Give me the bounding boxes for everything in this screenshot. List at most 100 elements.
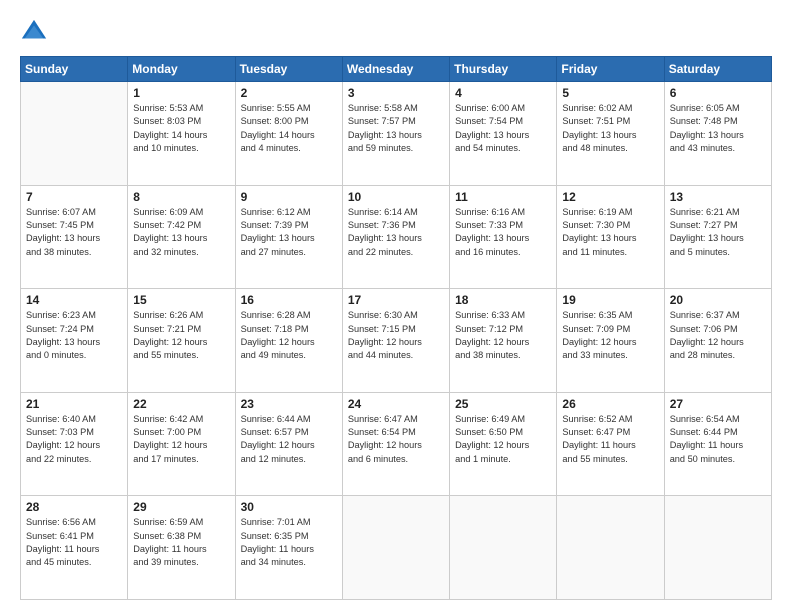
day-info: Sunrise: 6:52 AM Sunset: 6:47 PM Dayligh… bbox=[562, 413, 658, 466]
day-number: 19 bbox=[562, 293, 658, 307]
day-number: 5 bbox=[562, 86, 658, 100]
calendar-header: SundayMondayTuesdayWednesdayThursdayFrid… bbox=[21, 57, 772, 82]
calendar-cell: 21 Sunrise: 6:40 AM Sunset: 7:03 PM Dayli… bbox=[21, 392, 128, 496]
calendar-week-1: 1 Sunrise: 5:53 AM Sunset: 8:03 PM Daylig… bbox=[21, 82, 772, 186]
day-number: 2 bbox=[241, 86, 337, 100]
calendar-table: SundayMondayTuesdayWednesdayThursdayFrid… bbox=[20, 56, 772, 600]
day-info: Sunrise: 6:16 AM Sunset: 7:33 PM Dayligh… bbox=[455, 206, 551, 259]
logo-icon bbox=[20, 18, 48, 46]
day-info: Sunrise: 6:30 AM Sunset: 7:15 PM Dayligh… bbox=[348, 309, 444, 362]
day-number: 12 bbox=[562, 190, 658, 204]
day-info: Sunrise: 6:56 AM Sunset: 6:41 PM Dayligh… bbox=[26, 516, 122, 569]
day-info: Sunrise: 6:07 AM Sunset: 7:45 PM Dayligh… bbox=[26, 206, 122, 259]
day-number: 7 bbox=[26, 190, 122, 204]
day-info: Sunrise: 6:14 AM Sunset: 7:36 PM Dayligh… bbox=[348, 206, 444, 259]
calendar-week-4: 21 Sunrise: 6:40 AM Sunset: 7:03 PM Dayli… bbox=[21, 392, 772, 496]
day-info: Sunrise: 6:09 AM Sunset: 7:42 PM Dayligh… bbox=[133, 206, 229, 259]
day-number: 21 bbox=[26, 397, 122, 411]
day-info: Sunrise: 5:55 AM Sunset: 8:00 PM Dayligh… bbox=[241, 102, 337, 155]
day-number: 8 bbox=[133, 190, 229, 204]
day-number: 6 bbox=[670, 86, 766, 100]
day-number: 11 bbox=[455, 190, 551, 204]
calendar-cell bbox=[342, 496, 449, 600]
calendar-cell: 6 Sunrise: 6:05 AM Sunset: 7:48 PM Daylig… bbox=[664, 82, 771, 186]
calendar-cell: 8 Sunrise: 6:09 AM Sunset: 7:42 PM Daylig… bbox=[128, 185, 235, 289]
day-number: 24 bbox=[348, 397, 444, 411]
day-info: Sunrise: 6:12 AM Sunset: 7:39 PM Dayligh… bbox=[241, 206, 337, 259]
day-info: Sunrise: 6:44 AM Sunset: 6:57 PM Dayligh… bbox=[241, 413, 337, 466]
day-info: Sunrise: 6:33 AM Sunset: 7:12 PM Dayligh… bbox=[455, 309, 551, 362]
calendar-cell: 13Sunrise: 6:21 AM Sunset: 7:27 PM Dayli… bbox=[664, 185, 771, 289]
calendar-week-3: 14 Sunrise: 6:23 AM Sunset: 7:24 PM Dayli… bbox=[21, 289, 772, 393]
day-number: 9 bbox=[241, 190, 337, 204]
day-info: Sunrise: 6:21 AM Sunset: 7:27 PM Dayligh… bbox=[670, 206, 766, 259]
day-info: Sunrise: 6:35 AM Sunset: 7:09 PM Dayligh… bbox=[562, 309, 658, 362]
calendar-cell bbox=[664, 496, 771, 600]
calendar-cell bbox=[21, 82, 128, 186]
day-info: Sunrise: 7:01 AM Sunset: 6:35 PM Dayligh… bbox=[241, 516, 337, 569]
calendar-cell: 30 Sunrise: 7:01 AM Sunset: 6:35 PM Dayli… bbox=[235, 496, 342, 600]
calendar-cell: 18 Sunrise: 6:33 AM Sunset: 7:12 PM Dayli… bbox=[450, 289, 557, 393]
day-number: 18 bbox=[455, 293, 551, 307]
calendar-cell: 1 Sunrise: 5:53 AM Sunset: 8:03 PM Daylig… bbox=[128, 82, 235, 186]
calendar-cell: 2 Sunrise: 5:55 AM Sunset: 8:00 PM Daylig… bbox=[235, 82, 342, 186]
day-number: 26 bbox=[562, 397, 658, 411]
calendar-cell: 10 Sunrise: 6:14 AM Sunset: 7:36 PM Dayli… bbox=[342, 185, 449, 289]
calendar-cell: 5 Sunrise: 6:02 AM Sunset: 7:51 PM Daylig… bbox=[557, 82, 664, 186]
calendar-cell: 23 Sunrise: 6:44 AM Sunset: 6:57 PM Dayli… bbox=[235, 392, 342, 496]
calendar-body: 1 Sunrise: 5:53 AM Sunset: 8:03 PM Daylig… bbox=[21, 82, 772, 600]
page: SundayMondayTuesdayWednesdayThursdayFrid… bbox=[0, 0, 792, 612]
calendar-cell: 14 Sunrise: 6:23 AM Sunset: 7:24 PM Dayli… bbox=[21, 289, 128, 393]
weekday-header-tuesday: Tuesday bbox=[235, 57, 342, 82]
day-number: 22 bbox=[133, 397, 229, 411]
day-info: Sunrise: 6:40 AM Sunset: 7:03 PM Dayligh… bbox=[26, 413, 122, 466]
day-number: 3 bbox=[348, 86, 444, 100]
day-info: Sunrise: 6:26 AM Sunset: 7:21 PM Dayligh… bbox=[133, 309, 229, 362]
calendar-cell: 29 Sunrise: 6:59 AM Sunset: 6:38 PM Dayli… bbox=[128, 496, 235, 600]
day-info: Sunrise: 6:49 AM Sunset: 6:50 PM Dayligh… bbox=[455, 413, 551, 466]
calendar-cell: 3 Sunrise: 5:58 AM Sunset: 7:57 PM Daylig… bbox=[342, 82, 449, 186]
day-number: 28 bbox=[26, 500, 122, 514]
day-number: 29 bbox=[133, 500, 229, 514]
calendar-cell bbox=[557, 496, 664, 600]
day-number: 23 bbox=[241, 397, 337, 411]
day-number: 30 bbox=[241, 500, 337, 514]
calendar-cell: 17Sunrise: 6:30 AM Sunset: 7:15 PM Dayli… bbox=[342, 289, 449, 393]
calendar-cell: 15Sunrise: 6:26 AM Sunset: 7:21 PM Dayli… bbox=[128, 289, 235, 393]
calendar-cell: 26 Sunrise: 6:52 AM Sunset: 6:47 PM Dayli… bbox=[557, 392, 664, 496]
weekday-header-saturday: Saturday bbox=[664, 57, 771, 82]
calendar-cell: 22Sunrise: 6:42 AM Sunset: 7:00 PM Dayli… bbox=[128, 392, 235, 496]
day-info: Sunrise: 6:59 AM Sunset: 6:38 PM Dayligh… bbox=[133, 516, 229, 569]
day-number: 14 bbox=[26, 293, 122, 307]
calendar-cell: 4Sunrise: 6:00 AM Sunset: 7:54 PM Daylig… bbox=[450, 82, 557, 186]
day-info: Sunrise: 5:53 AM Sunset: 8:03 PM Dayligh… bbox=[133, 102, 229, 155]
weekday-header-thursday: Thursday bbox=[450, 57, 557, 82]
day-info: Sunrise: 6:19 AM Sunset: 7:30 PM Dayligh… bbox=[562, 206, 658, 259]
day-info: Sunrise: 6:54 AM Sunset: 6:44 PM Dayligh… bbox=[670, 413, 766, 466]
calendar-cell: 24Sunrise: 6:47 AM Sunset: 6:54 PM Dayli… bbox=[342, 392, 449, 496]
day-info: Sunrise: 6:23 AM Sunset: 7:24 PM Dayligh… bbox=[26, 309, 122, 362]
day-info: Sunrise: 6:05 AM Sunset: 7:48 PM Dayligh… bbox=[670, 102, 766, 155]
day-number: 20 bbox=[670, 293, 766, 307]
weekday-header-monday: Monday bbox=[128, 57, 235, 82]
day-number: 16 bbox=[241, 293, 337, 307]
header bbox=[20, 18, 772, 46]
day-number: 10 bbox=[348, 190, 444, 204]
weekday-header-wednesday: Wednesday bbox=[342, 57, 449, 82]
day-info: Sunrise: 5:58 AM Sunset: 7:57 PM Dayligh… bbox=[348, 102, 444, 155]
calendar-cell: 28 Sunrise: 6:56 AM Sunset: 6:41 PM Dayli… bbox=[21, 496, 128, 600]
calendar-cell: 11 Sunrise: 6:16 AM Sunset: 7:33 PM Dayli… bbox=[450, 185, 557, 289]
calendar-cell: 16Sunrise: 6:28 AM Sunset: 7:18 PM Dayli… bbox=[235, 289, 342, 393]
weekday-header-friday: Friday bbox=[557, 57, 664, 82]
day-number: 1 bbox=[133, 86, 229, 100]
day-info: Sunrise: 6:02 AM Sunset: 7:51 PM Dayligh… bbox=[562, 102, 658, 155]
day-info: Sunrise: 6:00 AM Sunset: 7:54 PM Dayligh… bbox=[455, 102, 551, 155]
calendar-cell: 7 Sunrise: 6:07 AM Sunset: 7:45 PM Daylig… bbox=[21, 185, 128, 289]
calendar-cell bbox=[450, 496, 557, 600]
calendar-cell: 27Sunrise: 6:54 AM Sunset: 6:44 PM Dayli… bbox=[664, 392, 771, 496]
calendar-cell: 12 Sunrise: 6:19 AM Sunset: 7:30 PM Dayli… bbox=[557, 185, 664, 289]
logo bbox=[20, 18, 52, 46]
calendar-cell: 19 Sunrise: 6:35 AM Sunset: 7:09 PM Dayli… bbox=[557, 289, 664, 393]
calendar-week-2: 7 Sunrise: 6:07 AM Sunset: 7:45 PM Daylig… bbox=[21, 185, 772, 289]
calendar-week-5: 28 Sunrise: 6:56 AM Sunset: 6:41 PM Dayli… bbox=[21, 496, 772, 600]
